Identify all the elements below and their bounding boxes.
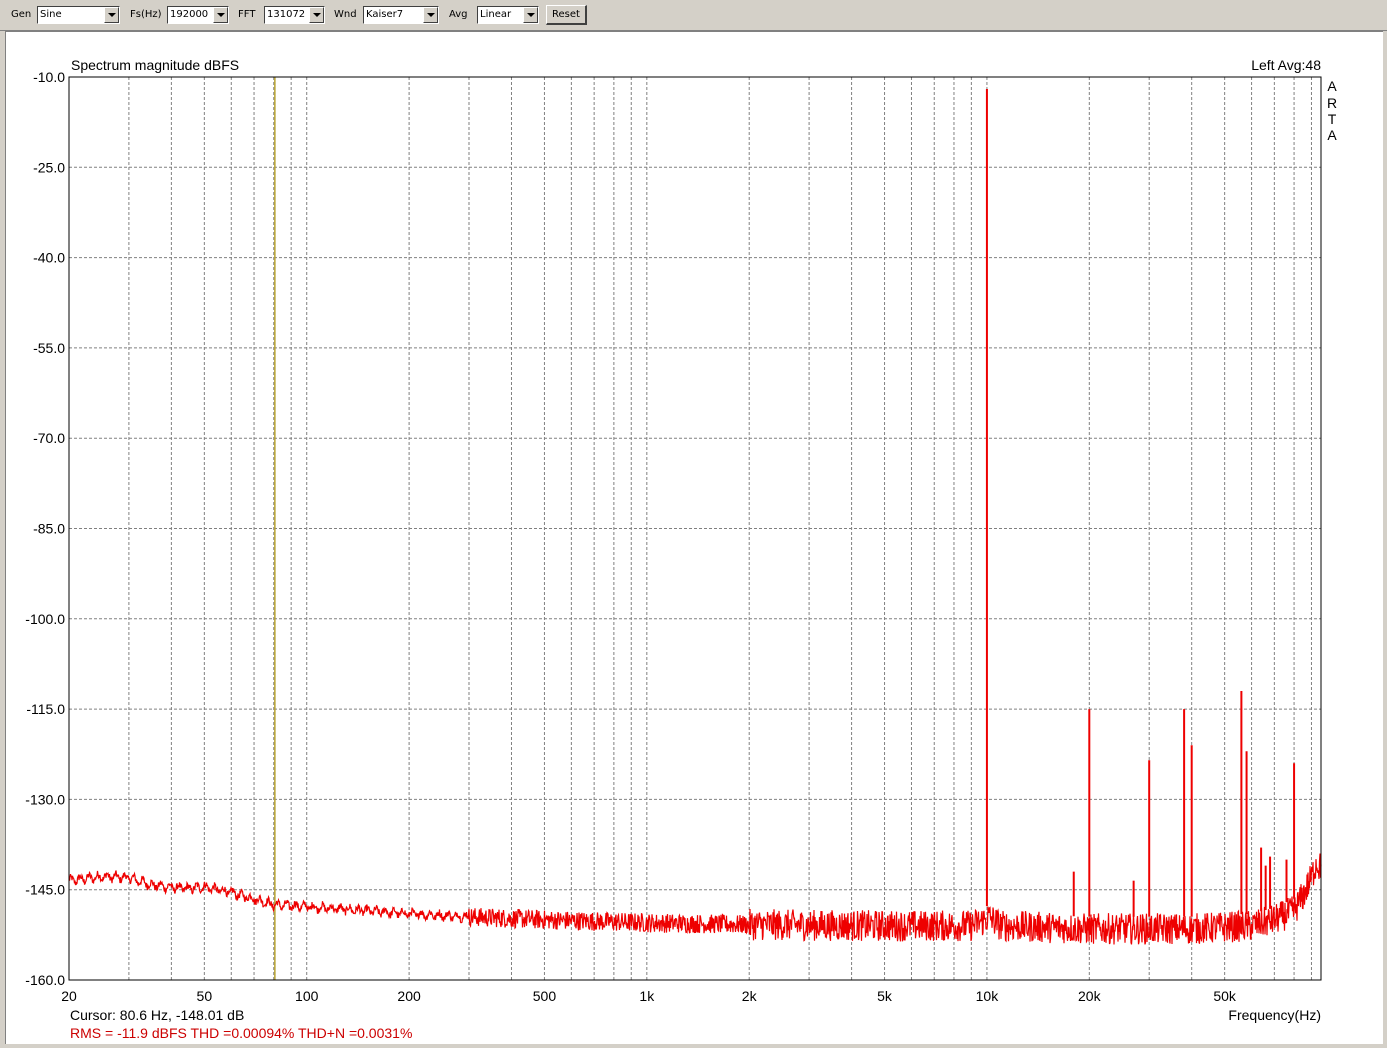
- reset-button[interactable]: Reset: [546, 5, 587, 25]
- x-tick-label: 100: [295, 988, 319, 1004]
- arta-letter: A: [1327, 127, 1337, 143]
- avg-label: Avg: [449, 9, 468, 20]
- chevron-down-icon[interactable]: [523, 7, 538, 23]
- generator-value: Sine: [40, 9, 62, 20]
- y-tick-label: -160.0: [25, 972, 65, 988]
- cursor-readout: Cursor: 80.6 Hz, -148.01 dB: [70, 1007, 244, 1023]
- y-tick-label: -85.0: [33, 521, 65, 537]
- y-tick-label: -70.0: [33, 430, 65, 446]
- x-tick-label: 20: [61, 988, 77, 1004]
- x-tick-label: 5k: [877, 988, 893, 1004]
- x-tick-label: 200: [397, 988, 421, 1004]
- generator-select[interactable]: Sine: [37, 6, 120, 24]
- averaging-select[interactable]: Linear: [477, 6, 539, 24]
- y-tick-label: -40.0: [33, 250, 65, 266]
- plot-area[interactable]: -10.0 -25.0 -40.0 -55.0 -70.0 -85.0 -100.0 -115…: [5, 31, 1383, 1044]
- x-tick-label: 1k: [639, 988, 655, 1004]
- axes: -10.0 -25.0 -40.0 -55.0 -70.0 -85.0 -100.0 -115…: [25, 69, 1322, 1004]
- x-tick-label: 2k: [742, 988, 758, 1004]
- arta-letter: A: [1327, 78, 1337, 94]
- spectrum-chart[interactable]: -10.0 -25.0 -40.0 -55.0 -70.0 -85.0 -100.0 -115…: [6, 32, 1383, 1044]
- y-tick-label: -10.0: [33, 69, 65, 85]
- fs-label: Fs(Hz): [130, 9, 162, 20]
- y-tick-label: -115.0: [26, 701, 65, 717]
- fft-label: FFT: [238, 9, 256, 20]
- gen-label: Gen: [11, 9, 32, 20]
- fft-size-select[interactable]: 131072: [264, 6, 325, 24]
- y-tick-label: -130.0: [25, 791, 65, 807]
- x-tick-label: 50: [197, 988, 213, 1004]
- x-tick-label: 50k: [1213, 988, 1237, 1004]
- x-tick-label: 20k: [1078, 988, 1102, 1004]
- chevron-down-icon[interactable]: [309, 7, 324, 23]
- measurement-stats: RMS = -11.9 dBFS THD =0.00094% THD+N =0.…: [70, 1025, 412, 1041]
- chevron-down-icon[interactable]: [423, 7, 438, 23]
- chart-title: Spectrum magnitude dBFS: [71, 57, 239, 73]
- grid: [68, 76, 1321, 981]
- arta-letter: R: [1327, 95, 1337, 111]
- fft-size-value: 131072: [267, 9, 306, 20]
- y-tick-label: -145.0: [25, 882, 65, 898]
- arta-letter: T: [1328, 111, 1337, 127]
- y-tick-label: -55.0: [33, 340, 65, 356]
- window-select[interactable]: Kaiser7: [363, 6, 439, 24]
- x-tick-label: 10k: [976, 988, 1000, 1004]
- window-label: Wnd: [334, 9, 357, 20]
- window-value: Kaiser7: [366, 9, 404, 20]
- averaging-value: Linear: [480, 9, 512, 20]
- trace-layer: [68, 89, 1322, 945]
- y-tick-label: -25.0: [33, 159, 65, 175]
- y-tick-label: -100.0: [25, 611, 65, 627]
- sample-rate-select[interactable]: 192000: [167, 6, 229, 24]
- toolbar: Gen Sine Fs(Hz) 192000 FFT 131072 Wnd Ka…: [0, 0, 1387, 31]
- channel-average-label: Left Avg:48: [1251, 57, 1321, 73]
- x-axis-label: Frequency(Hz): [1228, 1007, 1321, 1023]
- x-tick-label: 500: [533, 988, 557, 1004]
- sample-rate-value: 192000: [170, 9, 209, 20]
- chevron-down-icon[interactable]: [213, 7, 228, 23]
- chevron-down-icon[interactable]: [104, 7, 119, 23]
